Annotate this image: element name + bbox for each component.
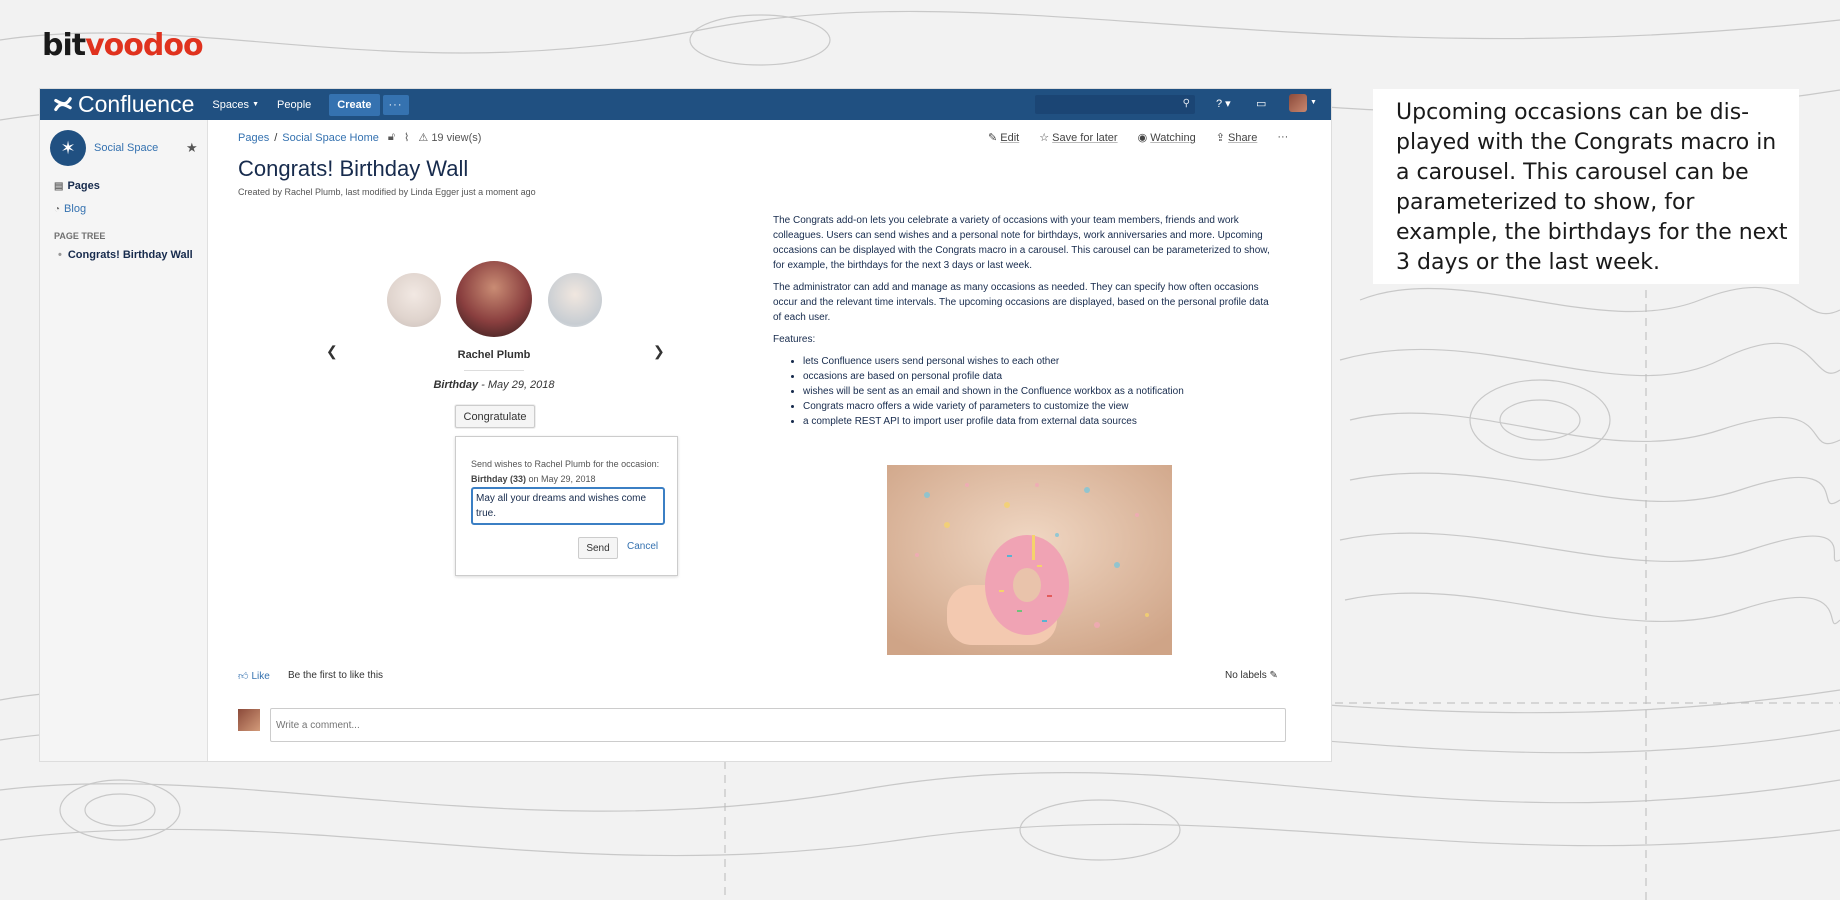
page-tree-item[interactable]: • Congrats! Birthday Wall: [58, 249, 193, 261]
create-more-button[interactable]: ···: [382, 94, 409, 115]
features-heading: Features:: [773, 334, 816, 345]
spaces-menu[interactable]: Spaces ▼: [212, 99, 259, 111]
list-item: a complete REST API to import user profi…: [803, 414, 1273, 429]
list-item: Congrats macro offers a wide variety of …: [803, 399, 1273, 414]
space-sidebar: ✶ Social Space ★ ▤ Pages ◔ Blog PAGE TREE …: [40, 120, 208, 761]
confluence-x-icon: [54, 96, 72, 111]
breadcrumb-space-home[interactable]: Social Space Home: [282, 132, 379, 144]
edit-button[interactable]: ✎ Edit: [988, 131, 1019, 144]
page-toolbar: ✎ Edit ☆ Save for later ◉ Watching ⇪ Sha…: [988, 131, 1288, 144]
pages-icon: ▤: [54, 180, 64, 192]
page-title: Congrats! Birthday Wall: [238, 156, 469, 181]
congratulate-button[interactable]: Congratulate: [455, 405, 535, 428]
thumbs-up-icon: 👍︎: [238, 671, 249, 682]
edit-labels-icon: ✎: [1269, 670, 1278, 681]
labels-area[interactable]: No labels ✎: [1225, 670, 1278, 681]
carousel-avatar-next[interactable]: [548, 273, 602, 327]
list-item: lets Confluence users send personal wish…: [803, 354, 1273, 369]
confluence-window: Confluence Spaces ▼ People Create ··· ⚲ ?…: [40, 89, 1331, 761]
features-list: lets Confluence users send personal wish…: [773, 354, 1273, 429]
description-paragraph: The administrator can add and manage as …: [773, 282, 1269, 323]
bitvoodoo-logo: bitvoodoo: [42, 28, 204, 63]
donut-photo: [887, 465, 1172, 655]
carousel-avatar-current[interactable]: [456, 261, 532, 337]
top-navigation-bar: Confluence Spaces ▼ People Create ··· ⚲ ?…: [40, 89, 1331, 120]
product-name: Confluence: [78, 91, 195, 117]
carousel-person-name: Rachel Plumb: [457, 349, 531, 361]
more-actions-button[interactable]: ···: [1277, 131, 1288, 144]
sidebar-item-blog[interactable]: ◔ Blog: [54, 203, 86, 215]
notifications-icon[interactable]: ▭: [1256, 97, 1266, 110]
send-button[interactable]: Send: [578, 537, 618, 559]
wish-popup: Send wishes to Rachel Plumb for the occa…: [455, 436, 678, 576]
user-avatar[interactable]: [1289, 94, 1307, 112]
divider: [464, 370, 524, 371]
comment-input[interactable]: [270, 708, 1286, 742]
breadcrumb: Pages / Social Space Home 🔓︎ ⌇ ⚠︎ 19 vie…: [238, 131, 482, 144]
page-description: The Congrats add-on lets you celebrate a…: [773, 213, 1273, 429]
confluence-logo[interactable]: Confluence: [54, 91, 194, 118]
lock-icon[interactable]: 🔓︎: [388, 131, 395, 144]
like-button[interactable]: 👍︎ Like: [238, 670, 270, 683]
people-link[interactable]: People: [277, 99, 311, 111]
create-button[interactable]: Create: [329, 93, 380, 116]
like-status-text: Be the first to like this: [288, 670, 384, 681]
breadcrumb-pages[interactable]: Pages: [238, 132, 269, 144]
carousel-prev-icon[interactable]: ❮: [326, 343, 338, 360]
list-item: occasions are based on personal profile …: [803, 369, 1273, 384]
side-note-text: Upcoming occasions can be dis-played wit…: [1396, 100, 1788, 275]
search-icon: ⚲: [1182, 98, 1190, 109]
chevron-down-icon[interactable]: ▼: [1310, 99, 1317, 106]
sidebar-item-pages[interactable]: ▤ Pages: [54, 180, 100, 192]
carousel-occasion: Birthday - May 29, 2018: [433, 379, 555, 391]
cancel-link[interactable]: Cancel: [627, 541, 658, 552]
list-item: wishes will be sent as an email and show…: [803, 384, 1273, 399]
description-paragraph: The Congrats add-on lets you celebrate a…: [773, 215, 1270, 271]
wish-popup-message: Send wishes to Rachel Plumb for the occa…: [471, 459, 660, 484]
watching-button[interactable]: ◉ Watching: [1138, 131, 1196, 144]
space-name-link[interactable]: Social Space: [94, 142, 158, 154]
rss-icon: ◔: [54, 203, 61, 215]
help-menu-icon[interactable]: ? ▾: [1216, 97, 1231, 110]
side-note-panel: Upcoming occasions can be dis-played wit…: [1373, 89, 1799, 284]
comment-avatar: [238, 709, 260, 731]
page-tree-heading: PAGE TREE: [54, 231, 106, 241]
carousel-next-icon[interactable]: ❯: [653, 343, 665, 360]
page-byline: Created by Rachel Plumb, last modified b…: [238, 187, 536, 197]
share-button[interactable]: ⇪ Share: [1216, 131, 1258, 144]
attachment-icon[interactable]: ⌇: [404, 131, 409, 144]
star-icon[interactable]: ★: [186, 140, 198, 156]
search-input[interactable]: ⚲: [1035, 95, 1195, 114]
wish-textarea[interactable]: May all your dreams and wishes come true…: [471, 487, 665, 525]
carousel-avatar-previous[interactable]: [387, 273, 441, 327]
save-for-later-button[interactable]: ☆ Save for later: [1039, 131, 1117, 144]
chevron-down-icon: ▼: [252, 101, 259, 108]
views-counter[interactable]: ⚠︎ 19 view(s): [418, 131, 481, 144]
space-logo[interactable]: ✶: [50, 130, 86, 166]
